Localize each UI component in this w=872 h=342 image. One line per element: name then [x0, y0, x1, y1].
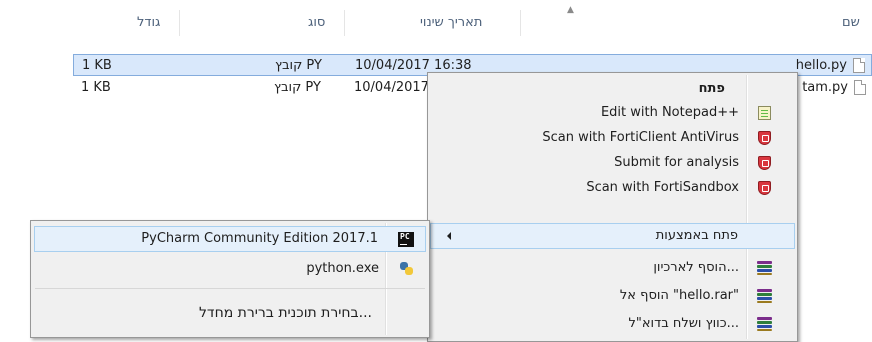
menu-item-open[interactable]: פתח — [431, 77, 794, 101]
file-icon — [854, 80, 866, 95]
notepad-plus-plus-icon — [758, 106, 771, 120]
menu-item-add-to-archive[interactable]: הוסף לארכיון... — [431, 256, 794, 280]
forticlient-shield-icon — [758, 181, 771, 195]
menu-item-python-exe[interactable]: python.exe — [34, 257, 426, 281]
file-type: קובץ PY — [275, 58, 322, 73]
column-divider[interactable] — [344, 10, 345, 36]
menu-item-choose-default-program[interactable]: בחירת תוכנית ברירת מחדל... — [34, 299, 426, 327]
column-header-type[interactable]: סוג — [308, 8, 325, 38]
menu-item-label: Submit for analysis — [614, 155, 739, 170]
file-type: קובץ PY — [274, 80, 321, 95]
column-header-size[interactable]: גודל — [137, 8, 160, 38]
pycharm-icon: PC — [398, 232, 414, 247]
menu-item-label: Scan with FortiSandbox — [586, 180, 739, 195]
menu-item-label: הוסף לארכיון... — [653, 260, 739, 275]
menu-item-compress-and-email[interactable]: כווץ ושלח בדוא"ל... — [431, 312, 794, 336]
file-size: 1 KB — [82, 58, 112, 73]
menu-item-label: פתח באמצעות — [655, 228, 738, 243]
column-header-date[interactable]: תאריך שינוי — [420, 8, 482, 38]
winrar-books-icon — [757, 317, 772, 331]
open-with-submenu: PyCharm Community Edition 2017.1 PC pyth… — [30, 220, 430, 338]
menu-item-label: Scan with FortiClient AntiVirus — [542, 130, 739, 145]
forticlient-shield-icon — [758, 131, 771, 145]
context-menu: פתח Edit with Notepad++ Scan with FortiC… — [427, 72, 798, 342]
column-divider[interactable] — [179, 10, 180, 36]
menu-item-pycharm[interactable]: PyCharm Community Edition 2017.1 PC — [34, 226, 426, 252]
file-name: hello.py — [795, 58, 847, 73]
menu-separator — [35, 288, 425, 289]
menu-item-open-with[interactable]: פתח באמצעות — [430, 223, 795, 249]
column-divider[interactable] — [520, 10, 521, 36]
menu-item-submit-analysis[interactable]: Submit for analysis — [431, 151, 794, 175]
forticlient-shield-icon — [758, 156, 771, 170]
menu-item-label: python.exe — [306, 261, 379, 276]
menu-item-label: PyCharm Community Edition 2017.1 — [141, 231, 378, 246]
python-icon — [400, 262, 414, 276]
menu-item-label: כווץ ושלח בדוא"ל... — [628, 316, 740, 331]
menu-item-label: Edit with Notepad++ — [600, 105, 739, 120]
submenu-arrow-icon — [447, 232, 451, 240]
file-size: 1 KB — [81, 80, 111, 95]
menu-item-label: הוסף אל "hello.rar" — [619, 288, 739, 303]
column-header-bar: גודל סוג תאריך שינוי ▲ שם — [0, 0, 872, 42]
file-name: tam.py — [802, 80, 848, 95]
menu-item-label: בחירת תוכנית ברירת מחדל... — [198, 305, 372, 321]
sort-ascending-icon: ▲ — [567, 5, 574, 15]
menu-item-label: פתח — [698, 81, 725, 96]
winrar-books-icon — [757, 261, 772, 275]
file-icon — [853, 58, 865, 73]
winrar-books-icon — [757, 289, 772, 303]
menu-item-scan-fortisandbox[interactable]: Scan with FortiSandbox — [431, 176, 794, 200]
column-header-name[interactable]: שם — [842, 8, 860, 38]
menu-item-add-to-hello-rar[interactable]: הוסף אל "hello.rar" — [431, 284, 794, 308]
menu-item-edit-notepad[interactable]: Edit with Notepad++ — [431, 101, 794, 125]
menu-item-scan-forticlient[interactable]: Scan with FortiClient AntiVirus — [431, 126, 794, 150]
